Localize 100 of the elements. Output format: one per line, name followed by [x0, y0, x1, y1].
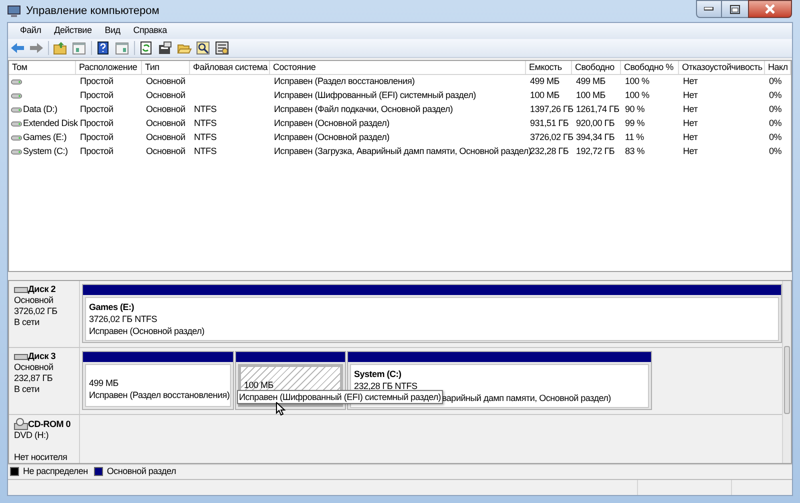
table-cell-text: Простой — [80, 103, 114, 116]
drive-icon — [11, 78, 22, 86]
disk-name: CD-ROM 0 — [28, 418, 70, 430]
partition-status: Исправен (Основной раздел) — [89, 325, 206, 337]
table-cell-text: 920,00 ГБ — [576, 117, 615, 130]
table-cell-text: NTFS — [194, 131, 216, 144]
table-cell-text: NTFS — [194, 117, 216, 130]
table-cell-text: Games (E:) — [23, 131, 67, 144]
table-cell-text: Исправен (Шифрованный (EFI) системный раздел) — [274, 89, 476, 102]
column-header[interactable]: Тип — [142, 61, 190, 74]
column-header[interactable]: Емкость — [526, 61, 572, 74]
table-cell-text: 100 % — [625, 75, 650, 88]
disk-name: Диск 3 — [28, 351, 56, 362]
partition-block[interactable]: 499 МБ Исправен (Раздел восстановления) — [82, 351, 234, 410]
table-cell-text: 83 % — [625, 145, 645, 158]
table-cell-text: 100 % — [625, 89, 650, 102]
table-cell-text: 100 МБ — [576, 89, 606, 102]
table-cell-text: Исправен (Файл подкачки, Основной раздел) — [274, 103, 453, 116]
scrollbar[interactable] — [782, 281, 791, 463]
refresh-icon[interactable] — [139, 41, 154, 55]
close-button[interactable] — [748, 0, 792, 18]
table-cell-text: Простой — [80, 89, 114, 102]
column-header[interactable]: Состояние — [270, 61, 526, 74]
disk-type: Основной — [14, 362, 54, 373]
drive-icon — [11, 92, 22, 100]
table-cell-text: 931,51 ГБ — [530, 117, 569, 130]
back-arrow-icon[interactable] — [10, 41, 25, 55]
menu-item[interactable]: Действие — [48, 24, 98, 38]
maximize-button[interactable] — [722, 0, 748, 18]
forward-arrow-icon[interactable] — [29, 41, 44, 55]
column-header[interactable]: Файловая система — [190, 61, 270, 74]
column-header[interactable]: Накл — [765, 61, 791, 74]
table-cell-text: 0% — [769, 145, 782, 158]
table-cell-text: Исправен (Загрузка, Аварийный дамп памяти, Основной раздел) — [274, 145, 532, 158]
legend-label: Основной раздел — [106, 464, 176, 478]
table-cell-text: Основной — [146, 117, 186, 130]
table-cell-text: Основной — [146, 75, 186, 88]
disk-name: Диск 2 — [28, 284, 56, 295]
table-cell-text: Нет — [683, 117, 698, 130]
window-title: Управление компьютером — [26, 4, 160, 19]
column-header[interactable]: Свободно — [572, 61, 621, 74]
table-cell-text: Основной — [146, 131, 186, 144]
drive-icon — [11, 148, 22, 156]
table-cell-text: System (C:) — [23, 145, 68, 158]
table-cell-text: Исправен (Раздел восстановления) — [274, 75, 415, 88]
cd-drive-icon — [14, 418, 28, 430]
table-cell-text: Нет — [683, 145, 698, 158]
disk-state: В сети — [14, 384, 40, 395]
column-header[interactable]: Том — [9, 61, 76, 74]
partition-size: 3726,02 ГБ NTFS — [89, 313, 158, 325]
table-cell-text: 0% — [769, 103, 782, 116]
drive-icon — [11, 120, 22, 128]
table-cell-text: 99 % — [625, 117, 645, 130]
partition-status: Исправен (Раздел восстановления) — [89, 389, 227, 401]
disk-type: Основной — [14, 295, 54, 306]
table-cell-text: 11 % — [625, 131, 644, 144]
table-cell-text: Data (D:) — [23, 103, 58, 116]
minimize-button[interactable] — [696, 0, 722, 18]
column-header[interactable]: Свободно % — [621, 61, 679, 74]
table-cell-text: Простой — [80, 145, 114, 158]
help-icon[interactable] — [96, 41, 111, 55]
legend-label: Не распределен — [23, 464, 88, 478]
partition-block[interactable]: Games (E:) 3726,02 ГБ NTFS Исправен (Основной раздел) — [82, 284, 782, 343]
drive-icon — [11, 106, 22, 114]
table-cell-text: Нет — [683, 75, 698, 88]
search-icon[interactable] — [196, 41, 211, 55]
table-cell-text: 499 МБ — [576, 75, 606, 88]
mouse-cursor — [276, 402, 286, 416]
disk-type: DVD (H:) — [14, 430, 50, 441]
partition-name: System (C:) — [354, 368, 402, 380]
menu-item[interactable]: Справка — [127, 24, 173, 38]
table-cell-text: Основной — [146, 103, 186, 116]
table-cell-text: Простой — [80, 117, 114, 130]
table-cell-text: 192,72 ГБ — [576, 145, 615, 158]
table-cell-text: 499 МБ — [530, 75, 560, 88]
table-cell-text: Основной — [146, 145, 186, 158]
panel-icon[interactable] — [72, 41, 87, 55]
table-cell-text: 1397,26 ГБ — [530, 103, 574, 116]
table-cell-text: Простой — [80, 75, 114, 88]
folder-icon[interactable] — [53, 41, 68, 55]
close-icon — [764, 4, 776, 14]
disk-state: Нет носителя — [14, 452, 68, 463]
table-cell-text: Нет — [683, 103, 698, 116]
partition-size: 232,28 ГБ NTFS — [354, 380, 418, 392]
disk-size: 3726,02 ГБ — [14, 306, 58, 317]
table-cell-text: Простой — [80, 131, 114, 144]
table-cell-text: Extended Disk — [23, 117, 78, 130]
column-header[interactable]: Расположение — [76, 61, 142, 74]
column-header[interactable]: Отказоустойчивость — [679, 61, 765, 74]
menu-item[interactable]: Вид — [98, 24, 126, 38]
table-cell-text: Исправен (Основной раздел) — [274, 131, 390, 144]
table-cell-text: 0% — [769, 89, 782, 102]
table-cell-text: NTFS — [194, 103, 216, 116]
table-cell-text: Нет — [683, 131, 698, 144]
computer-management-icon — [7, 4, 21, 18]
table-cell-text: Основной — [146, 89, 186, 102]
table-cell-text: 394,34 ГБ — [576, 131, 615, 144]
table-cell-text: 3726,02 ГБ — [530, 131, 574, 144]
menu-item[interactable]: Файл — [14, 24, 48, 38]
partition-size: 100 МБ — [244, 379, 274, 391]
